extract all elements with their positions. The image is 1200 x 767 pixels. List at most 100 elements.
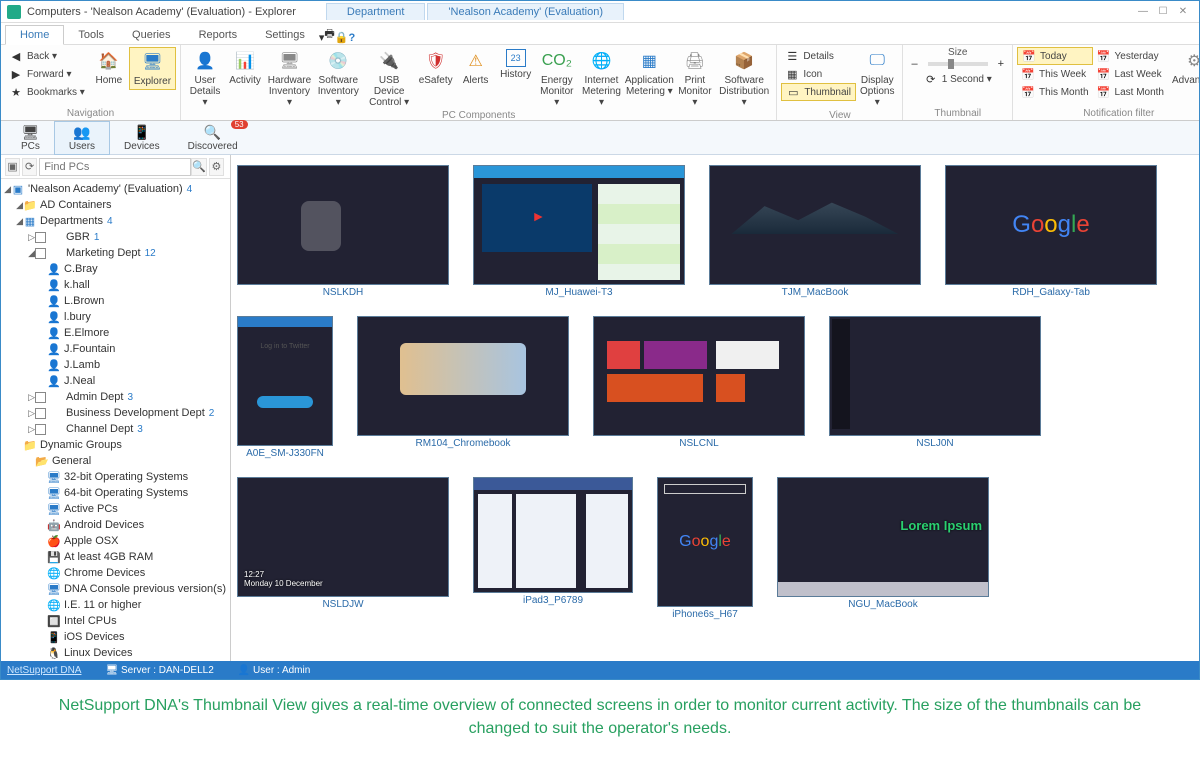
- print-icon[interactable]: 🖶: [324, 25, 334, 44]
- internet-metering-button[interactable]: 🌐Internet Metering ▾: [578, 47, 625, 110]
- filter-yesterday-button[interactable]: 📅Yesterday: [1093, 47, 1168, 65]
- size-minus-button[interactable]: –: [907, 58, 921, 70]
- lock-icon[interactable]: 🔒: [335, 31, 349, 44]
- size-plus-button[interactable]: +: [994, 58, 1008, 70]
- minimize-button[interactable]: —: [1133, 6, 1153, 17]
- tree-item[interactable]: ◢▣'Nealson Academy' (Evaluation)4: [1, 181, 230, 197]
- display-options-button[interactable]: 🖵Display Options ▾: [856, 47, 898, 110]
- tree-item[interactable]: 📱iOS Devices: [1, 629, 230, 645]
- hardware-inventory-button[interactable]: 🖥Hardware Inventory ▾: [265, 47, 314, 110]
- help-icon[interactable]: ?: [348, 32, 355, 44]
- tree-collapse-button[interactable]: ▣: [5, 158, 20, 176]
- tree-item[interactable]: 👤L.Brown: [1, 293, 230, 309]
- thumbnail[interactable]: TJM_MacBook: [709, 165, 921, 298]
- view-icon-button[interactable]: ▦Icon: [781, 65, 856, 83]
- application-metering-button[interactable]: ▦Application Metering ▾: [625, 47, 674, 99]
- refresh-interval-button[interactable]: ⟳1 Second ▾: [920, 70, 996, 88]
- activity-button[interactable]: 📊Activity: [225, 47, 265, 88]
- filter-advanced-button[interactable]: ⚙Advanced: [1168, 47, 1199, 88]
- tree-item[interactable]: ◢Marketing Dept12: [1, 245, 230, 261]
- ribbon-tabstrip: Home Tools Queries Reports Settings ▾ 🖶 …: [1, 23, 1199, 45]
- filter-button[interactable]: ⚙: [209, 158, 224, 176]
- thumbnail[interactable]: NSLKDH: [237, 165, 449, 298]
- back-button[interactable]: ◀Back ▾: [5, 47, 89, 65]
- alerts-button[interactable]: ⚠Alerts: [456, 47, 496, 88]
- ribbon-tab-queries[interactable]: Queries: [118, 26, 185, 44]
- thumbnail[interactable]: NSLCNL: [593, 316, 805, 449]
- tree-item[interactable]: 🌐I.E. 11 or higher: [1, 597, 230, 613]
- tree-item[interactable]: 👤C.Bray: [1, 261, 230, 277]
- filter-today-button[interactable]: 📅Today: [1017, 47, 1092, 65]
- close-button[interactable]: ✕: [1173, 6, 1193, 17]
- user-details-button[interactable]: 👤User Details ▾: [185, 47, 225, 110]
- filter-last-month-button[interactable]: 📅Last Month: [1093, 83, 1168, 101]
- explorer-button[interactable]: 🖥Explorer: [129, 47, 176, 90]
- print-monitor-button[interactable]: 🖨Print Monitor ▾: [674, 47, 716, 110]
- subtab-devices[interactable]: 📱Devices: [110, 122, 174, 154]
- thumbnail[interactable]: GoogleRDH_Galaxy-Tab: [945, 165, 1157, 298]
- context-tab-org[interactable]: 'Nealson Academy' (Evaluation): [427, 3, 624, 20]
- tree-item[interactable]: 🖥32-bit Operating Systems: [1, 469, 230, 485]
- view-details-button[interactable]: ☰Details: [781, 47, 856, 65]
- search-button[interactable]: 🔍: [191, 158, 207, 176]
- tree-item[interactable]: ▷Admin Dept3: [1, 389, 230, 405]
- tree-item[interactable]: 💾At least 4GB RAM: [1, 549, 230, 565]
- history-button[interactable]: 23History: [496, 47, 536, 82]
- size-slider[interactable]: [928, 62, 988, 66]
- tree-item[interactable]: ▷Business Development Dept2: [1, 405, 230, 421]
- filter-this-month-button[interactable]: 📅This Month: [1017, 83, 1092, 101]
- thumbnail[interactable]: 12:27Monday 10 DecemberNSLDJW: [237, 477, 449, 610]
- bookmarks-button[interactable]: ★Bookmarks ▾: [5, 83, 89, 101]
- tree-item[interactable]: 🐧Linux Devices: [1, 645, 230, 661]
- tree-item[interactable]: 🌐Chrome Devices: [1, 565, 230, 581]
- thumbnail[interactable]: RM104_Chromebook: [357, 316, 569, 449]
- ribbon-tab-reports[interactable]: Reports: [185, 26, 252, 44]
- home-button[interactable]: 🏠Home: [89, 47, 129, 88]
- gear-icon: ⚙: [1182, 49, 1199, 73]
- tree-item[interactable]: ▷GBR1: [1, 229, 230, 245]
- thumbnail[interactable]: Lorem IpsumNGU_MacBook: [777, 477, 989, 610]
- tree-item[interactable]: 🖥DNA Console previous version(s): [1, 581, 230, 597]
- tree-item[interactable]: 🔲Intel CPUs: [1, 613, 230, 629]
- search-input[interactable]: [39, 158, 191, 176]
- filter-last-week-button[interactable]: 📅Last Week: [1093, 65, 1168, 83]
- ribbon-tab-tools[interactable]: Tools: [64, 26, 118, 44]
- software-inventory-button[interactable]: 💿Software Inventory ▾: [314, 47, 363, 110]
- context-tab-department[interactable]: Department: [326, 3, 425, 20]
- tree-item[interactable]: 👤E.Elmore: [1, 325, 230, 341]
- maximize-button[interactable]: ☐: [1153, 6, 1173, 17]
- tree-item[interactable]: 👤J.Fountain: [1, 341, 230, 357]
- subtab-discovered[interactable]: 🔍Discovered53: [174, 122, 252, 154]
- tree-item[interactable]: ▷Channel Dept3: [1, 421, 230, 437]
- filter-this-week-button[interactable]: 📅This Week: [1017, 65, 1092, 83]
- usb-control-button[interactable]: 🔌USB Device Control ▾: [363, 47, 416, 110]
- thumbnail[interactable]: iPad3_P6789: [473, 477, 633, 606]
- tree-item[interactable]: 📁Dynamic Groups: [1, 437, 230, 453]
- software-distribution-button[interactable]: 📦Software Distribution ▾: [716, 47, 772, 110]
- tree-item[interactable]: 🍎Apple OSX: [1, 533, 230, 549]
- ribbon-tab-home[interactable]: Home: [5, 25, 64, 45]
- thumbnail[interactable]: Log in to TwitterA0E_SM-J330FN: [237, 316, 333, 459]
- tree-item[interactable]: ◢📁AD Containers: [1, 197, 230, 213]
- tree-item[interactable]: 👤k.hall: [1, 277, 230, 293]
- tree-refresh-button[interactable]: ⟳: [22, 158, 37, 176]
- tree-item[interactable]: 🖥Active PCs: [1, 501, 230, 517]
- product-link[interactable]: NetSupport DNA: [7, 665, 81, 676]
- thumbnail[interactable]: GoogleiPhone6s_H67: [657, 477, 753, 620]
- ribbon-tab-settings[interactable]: Settings: [251, 26, 319, 44]
- tree-item[interactable]: ◢▦Departments4: [1, 213, 230, 229]
- thumbnail[interactable]: MJ_Huawei-T3: [473, 165, 685, 298]
- tree-item[interactable]: 📂General: [1, 453, 230, 469]
- forward-button[interactable]: ▶Forward ▾: [5, 65, 89, 83]
- tree-item[interactable]: 🤖Android Devices: [1, 517, 230, 533]
- subtab-users[interactable]: 👥Users: [54, 121, 110, 155]
- view-thumbnail-button[interactable]: ▭Thumbnail: [781, 83, 856, 101]
- tree-item[interactable]: 👤J.Lamb: [1, 357, 230, 373]
- tree-item[interactable]: 👤l.bury: [1, 309, 230, 325]
- subtab-pcs[interactable]: 🖥PCs: [7, 122, 54, 154]
- thumbnail[interactable]: NSLJ0N: [829, 316, 1041, 449]
- esafety-button[interactable]: 🛡eSafety: [416, 47, 456, 88]
- energy-monitor-button[interactable]: CO₂Energy Monitor ▾: [536, 47, 578, 110]
- tree-item[interactable]: 🖥64-bit Operating Systems: [1, 485, 230, 501]
- tree-item[interactable]: 👤J.Neal: [1, 373, 230, 389]
